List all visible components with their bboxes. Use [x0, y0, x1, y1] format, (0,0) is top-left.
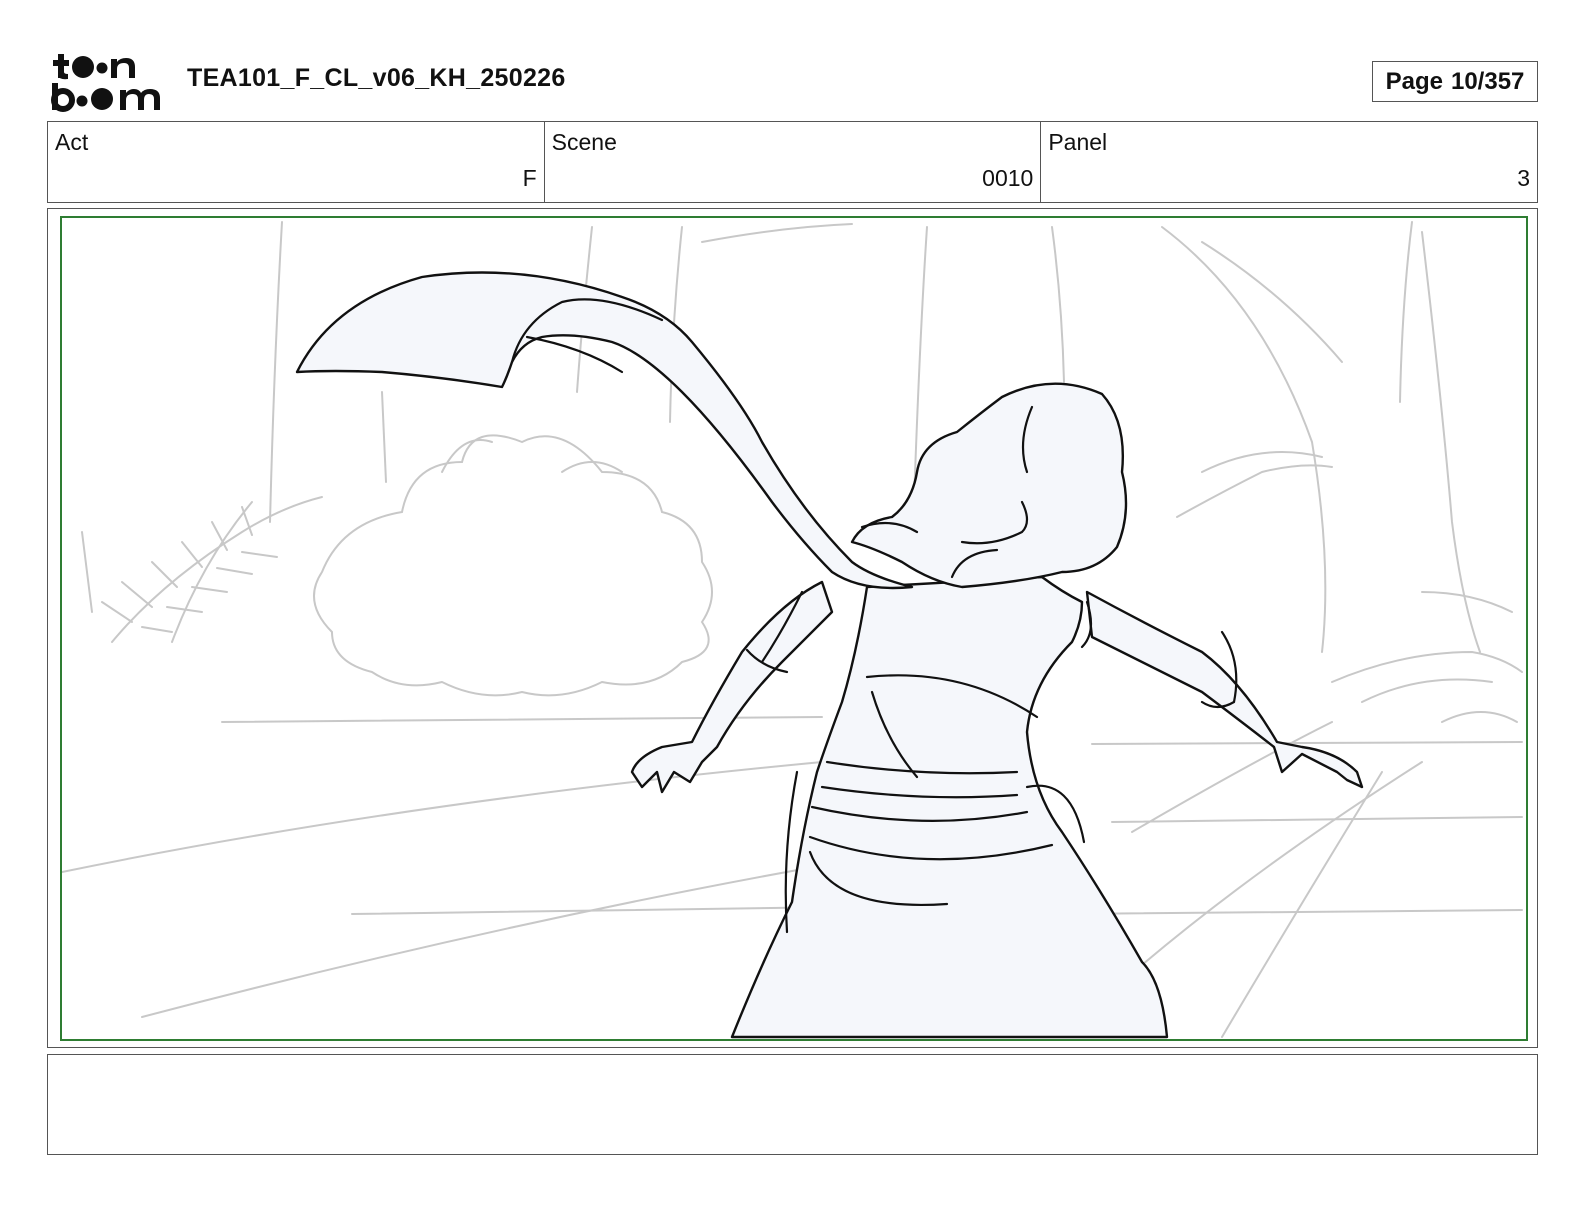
act-cell: Act F — [48, 122, 545, 202]
scene-cell: Scene 0010 — [545, 122, 1042, 202]
panel-safe-frame — [60, 216, 1528, 1041]
act-label: Act — [55, 129, 89, 155]
panel-label: Panel — [1048, 129, 1108, 155]
panel-info-row: Act F Scene 0010 Panel 3 — [47, 121, 1538, 203]
scene-label: Scene — [551, 129, 617, 155]
document-title: TEA101_F_CL_v06_KH_250226 — [187, 64, 566, 92]
toon-boom-logo-mark — [51, 54, 160, 112]
panel-cell: Panel 3 — [1041, 122, 1537, 202]
panel-notes — [47, 1054, 1538, 1155]
page-label: Page — [1385, 67, 1443, 95]
storyboard-sketch — [62, 221, 1523, 1039]
page-number: 10/357 — [1450, 67, 1525, 95]
character-sketch — [295, 271, 1364, 1039]
scene-value: 0010 — [982, 165, 1034, 191]
act-value: F — [522, 165, 537, 191]
panel-value: 3 — [1517, 165, 1531, 191]
toon-boom-logo — [50, 50, 165, 112]
page-indicator: Page 10/357 — [1372, 61, 1538, 102]
